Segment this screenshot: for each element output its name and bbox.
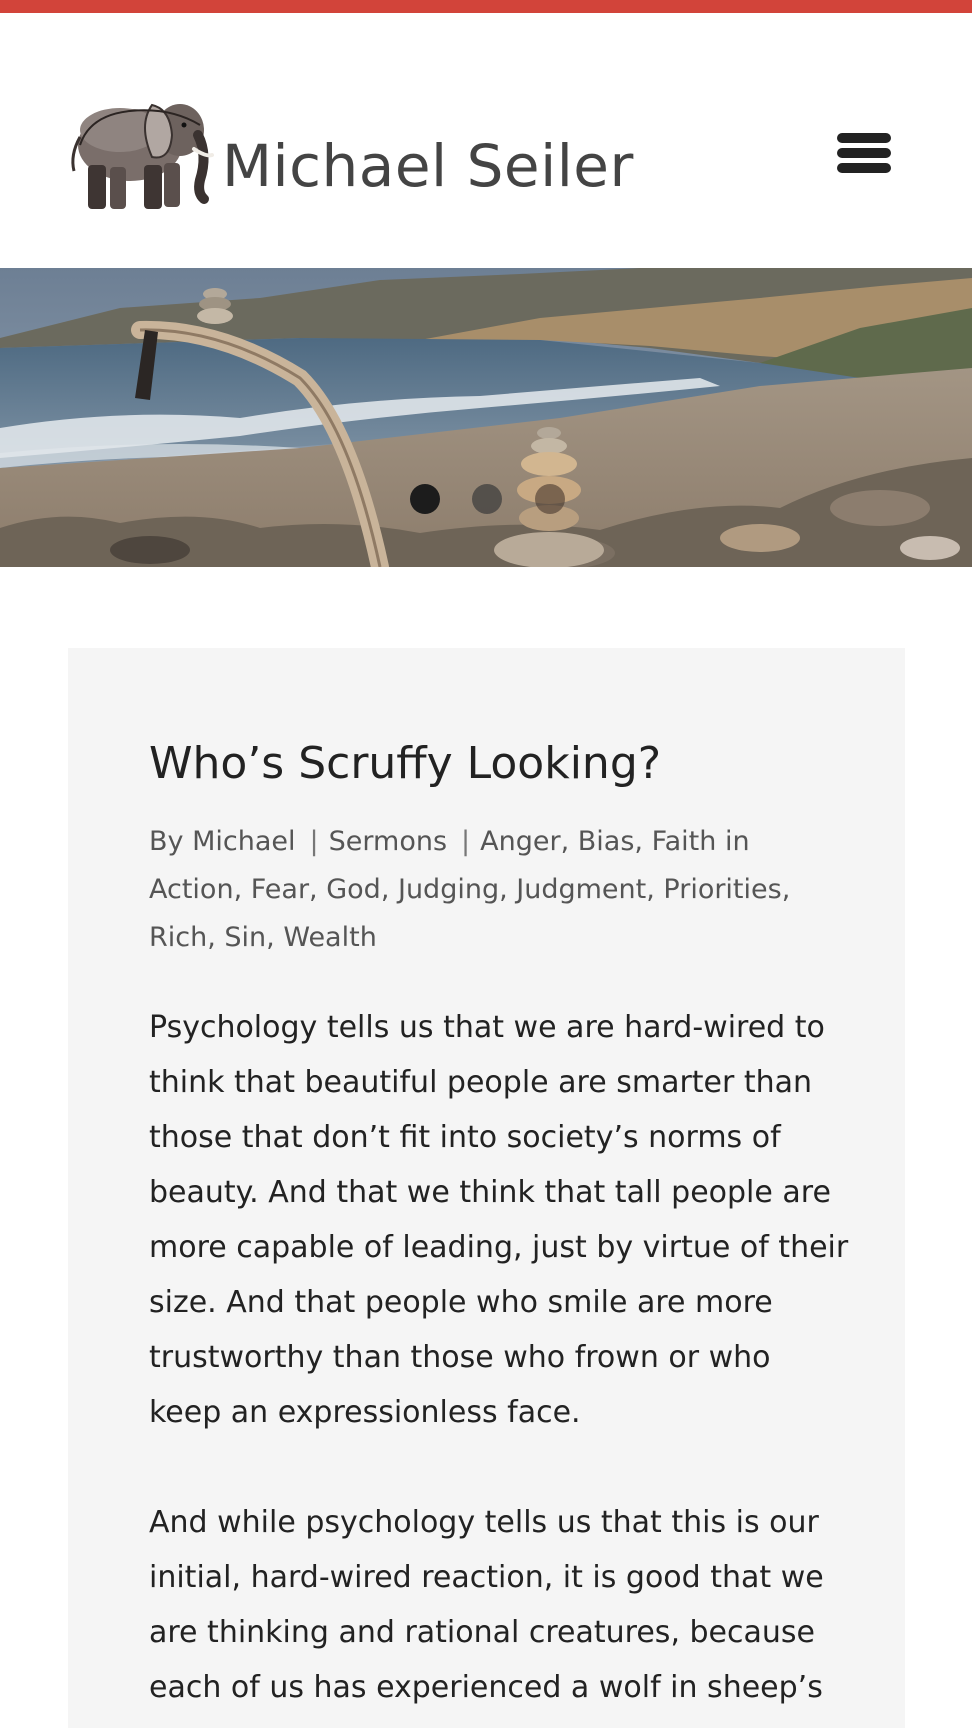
article-card: Who’s Scruffy Looking? By Michael | Sermon…: [68, 648, 905, 1728]
menu-bar-middle: [837, 148, 891, 158]
hero-slider[interactable]: [0, 268, 972, 567]
byline-prefix: By: [149, 826, 184, 857]
article-paragraph: And while psychology tells us that this …: [149, 1505, 824, 1705]
tag-link[interactable]: Priorities: [663, 874, 781, 905]
tag-link[interactable]: God: [326, 874, 381, 905]
tag-link[interactable]: Fear: [251, 874, 309, 905]
page: Michael Seiler Who’s Scruffy Looking? By…: [0, 0, 972, 1728]
top-accent-bar: [0, 0, 972, 13]
tag-link[interactable]: Judgment: [516, 874, 646, 905]
slider-dot-2[interactable]: [472, 484, 502, 514]
tag-link[interactable]: Bias: [578, 826, 635, 857]
author-link[interactable]: Michael: [192, 826, 295, 857]
hamburger-menu-icon[interactable]: [830, 121, 892, 173]
tag-link[interactable]: Wealth: [283, 922, 376, 953]
article-title[interactable]: Who’s Scruffy Looking?: [149, 738, 661, 789]
tag-link[interactable]: Sin: [224, 922, 266, 953]
article-paragraph: Psychology tells us that we are hard-wir…: [149, 1010, 849, 1430]
menu-bar-bottom: [837, 163, 891, 173]
site-title[interactable]: Michael Seiler: [222, 132, 634, 200]
meta-separator: |: [461, 826, 471, 857]
beach-landscape-image: [0, 268, 972, 567]
article-meta: By Michael | Sermons | Anger, Bias, Faith in…: [149, 826, 791, 953]
tag-link[interactable]: Rich: [149, 922, 207, 953]
tag-link[interactable]: Judging: [398, 874, 499, 905]
category-link[interactable]: Sermons: [329, 826, 447, 857]
site-header: Michael Seiler: [0, 13, 972, 268]
tag-link[interactable]: Anger: [480, 826, 560, 857]
article-body: Psychology tells us that we are hard-wir…: [149, 1000, 849, 1728]
elephant-logo-icon: [71, 103, 214, 209]
menu-bar-top: [837, 133, 891, 143]
slider-dot-3[interactable]: [535, 484, 565, 514]
slider-pagination: [0, 484, 972, 514]
slider-dot-1[interactable]: [410, 484, 440, 514]
meta-separator: |: [309, 826, 319, 857]
